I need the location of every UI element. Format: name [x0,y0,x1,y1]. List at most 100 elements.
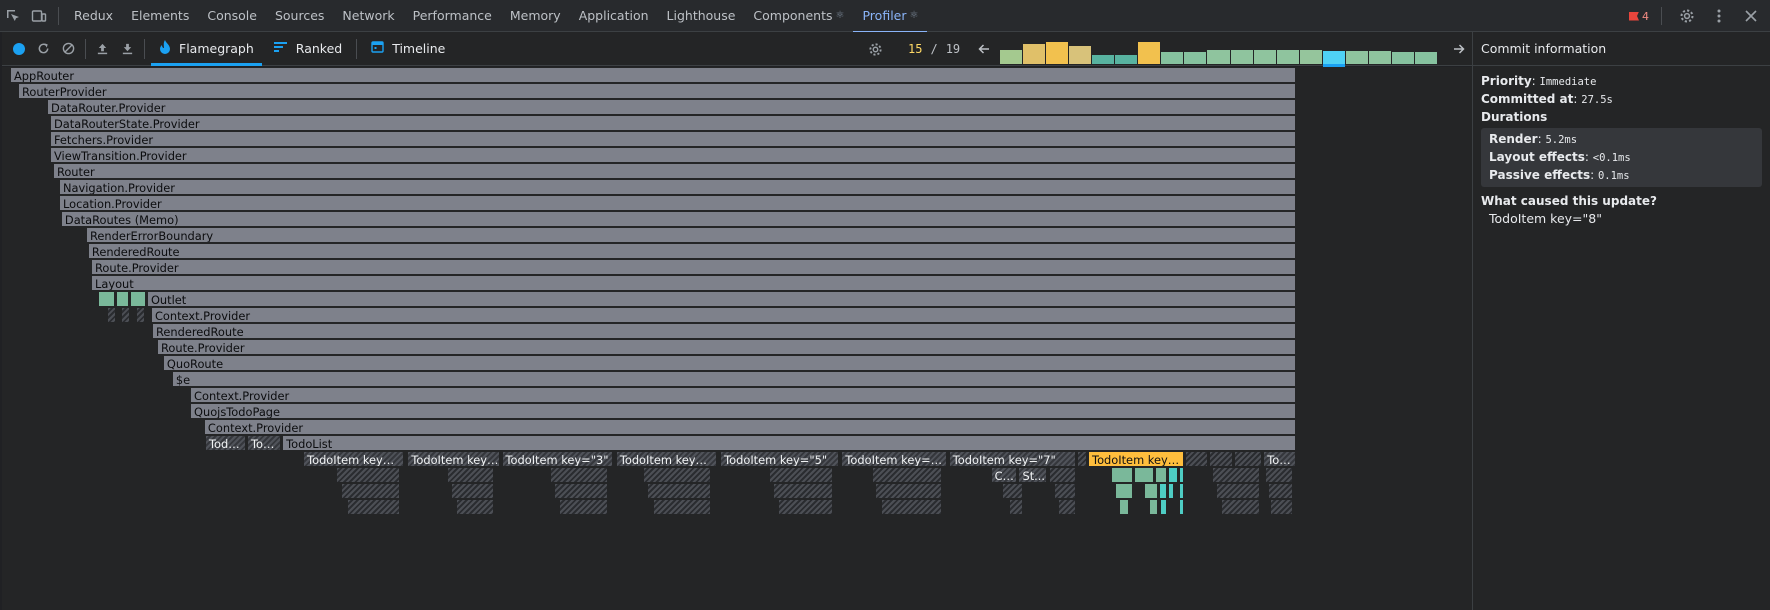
flamegraph-node[interactable] [1009,499,1024,515]
flamegraph-node[interactable]: Context.Provider [190,387,1296,403]
commit-bar[interactable] [1368,51,1391,64]
flamegraph-node[interactable] [772,483,834,499]
flamegraph-node[interactable] [642,467,711,483]
commit-bar[interactable] [1023,44,1046,64]
flamegraph-node[interactable]: RenderedRoute [87,243,1296,259]
flamegraph-node[interactable]: DataRouter.Provider [47,99,1296,115]
flamegraph-node[interactable]: Cl... [990,467,1018,483]
flamegraph-node[interactable] [456,499,494,515]
flamegraph-node[interactable]: QuojsTodoPage [190,403,1296,419]
panel-tab-application[interactable]: Application [570,0,658,32]
flamegraph-node[interactable] [447,467,494,483]
flamegraph-node[interactable]: Todo... [204,435,246,451]
flamegraph-node[interactable]: Route.Provider [156,339,1296,355]
flamegraph-node[interactable]: DataRouterState.Provider [49,115,1296,131]
commit-bar[interactable] [1207,50,1230,64]
flamegraph-node[interactable] [653,499,711,515]
commit-bar[interactable] [1115,55,1138,64]
panel-tab-profiler[interactable]: Profiler ⚛ [853,0,928,33]
flamegraph-node[interactable] [1216,483,1260,499]
flamegraph-node[interactable] [115,291,129,307]
flamegraph-node[interactable]: RenderedRoute [151,323,1296,339]
flamegraph-node[interactable]: TodoList [282,435,1296,451]
flamegraph-node[interactable]: RenderErrorBoundary [86,227,1296,243]
panel-tab-network[interactable]: Network [333,0,403,32]
error-badge[interactable]: 4 [1629,10,1649,23]
flamegraph-node[interactable] [1221,499,1260,515]
clear-profiling-data-button[interactable] [56,32,81,66]
flamegraph-node[interactable] [106,307,116,323]
flamegraph-node[interactable] [1143,483,1158,499]
next-commit-button[interactable] [1449,32,1469,66]
flamegraph-node[interactable]: Tod... [247,435,282,451]
flamegraph-node[interactable]: RouterProvider [17,83,1296,99]
commit-bar[interactable] [1000,50,1023,64]
panel-tab-components[interactable]: Components ⚛ [744,0,853,32]
flamegraph-node[interactable]: $e [171,371,1296,387]
flamegraph-node[interactable] [336,467,401,483]
commit-bar[interactable] [1138,42,1161,64]
flamegraph-node[interactable] [875,483,943,499]
flamegraph-node[interactable] [97,291,115,307]
flamegraph-node[interactable] [1178,499,1184,515]
flamegraph-node[interactable] [1167,483,1174,499]
flamegraph-node[interactable] [646,483,711,499]
flamegraph-node[interactable] [1148,499,1158,515]
flamegraph-node[interactable] [1118,499,1129,515]
flamegraph-node[interactable]: Fetchers.Provider [49,131,1296,147]
flamegraph-node[interactable]: TodoItem key="... [1088,451,1184,467]
flamegraph-node[interactable] [1178,483,1184,499]
commit-bar[interactable] [1391,52,1414,64]
flamegraph-node[interactable]: Navigation.Provider [58,179,1296,195]
panel-tab-lighthouse[interactable]: Lighthouse [658,0,745,32]
flamegraph-node[interactable]: TodoItem key="7" [948,451,1077,467]
flamegraph-node[interactable] [871,467,943,483]
flamegraph-node[interactable]: TodoItem key="2" [407,451,500,467]
flamegraph-node[interactable] [559,499,608,515]
flamegraph-node[interactable] [553,483,608,499]
commit-bar[interactable] [1276,50,1299,64]
flamegraph-node[interactable]: Router [52,163,1296,179]
flamegraph-node[interactable] [1178,467,1184,483]
commit-bar[interactable] [1184,52,1207,64]
commit-bar[interactable] [1046,42,1069,64]
flamegraph-node[interactable]: Location.Provider [58,195,1296,211]
flamegraph-node[interactable]: Layout [91,275,1296,291]
commit-snapshot-selector[interactable] [1000,34,1438,67]
flamegraph-node[interactable] [340,483,401,499]
flamegraph-node[interactable]: Tod... [1263,451,1296,467]
flamegraph-node[interactable]: AppRouter [10,67,1296,83]
panel-tab-sources[interactable]: Sources [266,0,333,32]
more-options-icon[interactable] [1706,0,1732,32]
flamegraph-node[interactable] [1158,483,1167,499]
flamegraph-node[interactable] [1234,451,1263,467]
flamegraph-node[interactable] [1114,483,1133,499]
panel-tab-console[interactable]: Console [198,0,266,32]
update-cause-item[interactable]: TodoItem key="8" [1473,210,1770,228]
flamegraph-node[interactable]: TodoItem key="4" [615,451,718,467]
commit-bar[interactable] [1414,52,1437,64]
flamegraph-node[interactable] [451,483,494,499]
flamegraph-node[interactable] [129,291,146,307]
commit-bar[interactable] [1299,50,1322,64]
flamegraph-node[interactable]: Context.Provider [150,307,1296,323]
view-tab-flamegraph[interactable]: Flamegraph [149,32,264,66]
flamegraph-node[interactable]: ViewTransition.Provider [49,147,1296,163]
flamegraph-node[interactable] [1110,467,1133,483]
inspect-element-icon[interactable] [0,0,26,32]
flamegraph-node[interactable] [768,467,834,483]
flamegraph-node[interactable] [1167,467,1178,483]
flamegraph-node[interactable]: TodoItem key="1" [303,451,405,467]
flamegraph-node[interactable]: TodoItem key="3" [501,451,613,467]
panel-tab-redux[interactable]: Redux [65,0,122,32]
flamegraph-node[interactable]: Context.Provider [203,419,1296,435]
commit-bar[interactable] [1345,51,1368,64]
close-devtools-icon[interactable] [1738,0,1764,32]
flamegraph-node[interactable] [1054,483,1077,499]
flamegraph-node[interactable] [1077,451,1087,467]
flamegraph-node[interactable] [1209,451,1234,467]
save-profile-button[interactable] [115,32,140,66]
flamegraph-node[interactable] [346,499,401,515]
panel-tab-elements[interactable]: Elements [122,0,198,32]
flamegraph-node[interactable] [1184,451,1209,467]
